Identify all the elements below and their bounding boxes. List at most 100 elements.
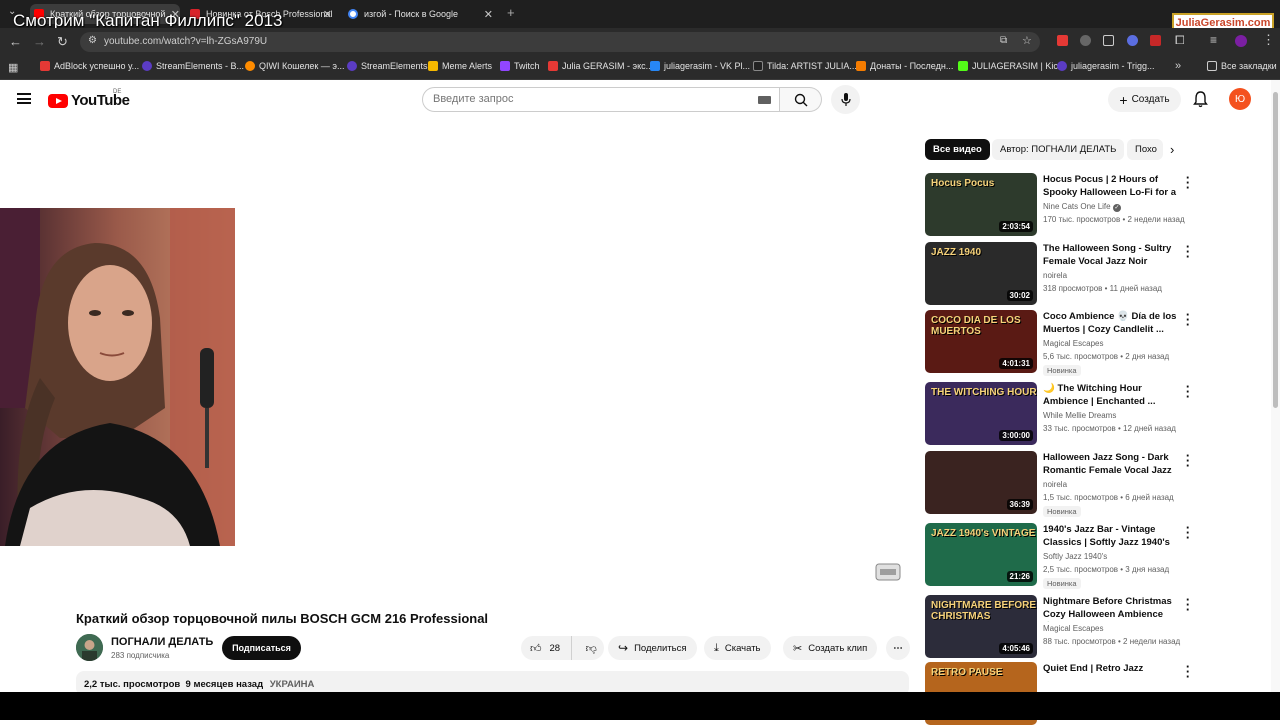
more-vertical-icon[interactable]: · · · (1183, 171, 1193, 194)
recommendation-meta: 170 тыс. просмотров • 2 недели назад (1043, 215, 1185, 224)
recommendation-title[interactable]: 1940's Jazz Bar - Vintage Classics | Sof… (1043, 523, 1179, 549)
bookmark-item[interactable]: juliagerasim - Trigg... (1057, 61, 1155, 71)
bookmark-icon (428, 61, 438, 71)
scrollbar-thumb[interactable] (1273, 92, 1278, 408)
recommendation-channel[interactable]: Nine Cats One Life ✓ (1043, 202, 1121, 212)
recommendation-item[interactable]: 36:39 Halloween Jazz Song - Dark Romantic… (925, 449, 1270, 517)
more-actions-button[interactable]: ⋯ (886, 636, 910, 660)
more-vertical-icon[interactable]: · · · (1183, 240, 1193, 263)
video-thumbnail[interactable]: JAZZ 1940 30:02 (925, 242, 1037, 305)
more-vertical-icon[interactable]: · · · (1183, 308, 1193, 331)
extension-icon[interactable] (1057, 35, 1068, 46)
clip-button[interactable]: ✂ Создать клип (783, 636, 878, 660)
recommendation-item[interactable]: JAZZ 1940 30:02 The Halloween Song - Sultr… (925, 240, 1270, 306)
video-thumbnail[interactable]: THE WITCHING HOUR 3:00:00 (925, 382, 1037, 445)
recommendation-channel[interactable]: noirela (1043, 271, 1067, 280)
bookmark-star-icon[interactable]: ☆ (1022, 34, 1032, 47)
video-thumbnail[interactable]: Hocus Pocus 2:03:54 (925, 173, 1037, 236)
create-button[interactable]: + Создать (1108, 87, 1181, 112)
puzzle-icon[interactable]: ⧠ (1175, 33, 1185, 48)
new-badge: Новинка (1043, 578, 1081, 589)
profile-icon[interactable] (1235, 35, 1247, 47)
kebab-menu-icon[interactable]: ⋮ (1262, 32, 1275, 48)
video-thumbnail[interactable]: 36:39 (925, 451, 1037, 514)
more-vertical-icon[interactable]: · · · (1183, 660, 1193, 683)
subscribe-button[interactable]: Подписаться (222, 636, 301, 660)
browser-tab-3[interactable]: изгой - Поиск в Google ✕ (348, 4, 493, 24)
back-icon[interactable]: ← (9, 34, 22, 49)
notifications-bell-icon[interactable] (1193, 91, 1208, 108)
extension-icon[interactable] (1150, 35, 1161, 46)
hamburger-menu-icon[interactable] (17, 93, 31, 104)
search-input[interactable] (433, 93, 733, 105)
share-button[interactable]: ↪ Поделиться (608, 636, 697, 660)
chip-all-videos[interactable]: Все видео (925, 139, 990, 160)
new-tab-icon[interactable]: + (507, 5, 515, 20)
more-vertical-icon[interactable]: · · · (1183, 521, 1193, 544)
recommendation-channel[interactable]: Magical Escapes (1043, 339, 1103, 348)
recommendation-item[interactable]: COCO DIA DE LOS MUERTOS 4:01:31 Coco Ambie… (925, 308, 1270, 376)
channel-avatar[interactable] (76, 634, 103, 661)
extension-icon[interactable] (1127, 35, 1138, 46)
user-avatar[interactable]: Ю (1229, 88, 1251, 110)
keyboard-icon[interactable] (758, 96, 771, 104)
channel-name[interactable]: ПОГНАЛИ ДЕЛАТЬ (111, 636, 213, 648)
extension-icon[interactable] (1080, 35, 1091, 46)
recommendation-title[interactable]: Halloween Jazz Song - Dark Romantic Fema… (1043, 451, 1179, 478)
recommendation-channel[interactable]: While Mellie Dreams (1043, 411, 1116, 420)
recommendation-title[interactable]: The Halloween Song - Sultry Female Vocal… (1043, 242, 1179, 269)
forward-icon[interactable]: → (33, 34, 46, 49)
bookmark-item[interactable]: Tilda: ARTIST JULIA... (753, 61, 857, 71)
bookmark-item[interactable]: Meme Alerts (428, 61, 492, 71)
video-thumbnail[interactable]: COCO DIA DE LOS MUERTOS 4:01:31 (925, 310, 1037, 373)
download-button[interactable]: ⤓ Скачать (704, 636, 771, 660)
video-thumbnail[interactable]: JAZZ 1940's VINTAGE 21:26 (925, 523, 1037, 586)
chevron-right-icon[interactable]: › (1170, 142, 1174, 157)
more-vertical-icon[interactable]: · · · (1183, 449, 1193, 472)
extension-icon[interactable] (1103, 35, 1114, 46)
video-thumbnail[interactable]: NIGHTMARE BEFORE CHRISTMAS 4:05:46 (925, 595, 1037, 658)
channel-watermark-icon[interactable] (875, 562, 901, 582)
dislike-button[interactable]: 👎︎ (578, 636, 604, 660)
close-icon[interactable]: ✕ (484, 8, 493, 21)
chip-similar[interactable]: Похо (1127, 139, 1163, 160)
bookmark-item[interactable]: Донаты - Последн... (856, 61, 953, 71)
recommendation-item[interactable]: THE WITCHING HOUR 3:00:00 🌙 The Witching H… (925, 380, 1270, 446)
recommendation-channel[interactable]: noirela (1043, 480, 1067, 489)
recommendation-title[interactable]: Coco Ambience 💀 Día de los Muertos | Coz… (1043, 310, 1179, 336)
chip-by-author[interactable]: Автор: ПОГНАЛИ ДЕЛАТЬ (992, 139, 1125, 160)
like-button[interactable]: 👍︎ 28 (521, 636, 573, 660)
scrollbar[interactable] (1271, 80, 1280, 692)
site-info-icon[interactable]: ⚙ (88, 35, 97, 46)
omnibox[interactable]: ⚙ youtube.com/watch?v=lh-ZGsA979U ⧉ ☆ (80, 32, 1040, 52)
apps-grid-icon[interactable]: ▦ (8, 61, 18, 74)
bookmark-item[interactable]: StreamElements (347, 61, 428, 71)
recommendation-channel[interactable]: Magical Escapes (1043, 624, 1103, 633)
install-icon[interactable]: ⧉ (1000, 35, 1007, 46)
recommendation-channel[interactable]: Softly Jazz 1940's (1043, 552, 1107, 561)
recommendation-title[interactable]: 🌙 The Witching Hour Ambience | Enchanted… (1043, 382, 1179, 408)
bookmark-item[interactable]: JULIAGERASIM | Kick (958, 61, 1062, 71)
search-button[interactable] (780, 87, 822, 112)
recommendation-title[interactable]: Quiet End | Retro Jazz (1043, 662, 1179, 675)
more-vertical-icon[interactable]: · · · (1183, 380, 1193, 403)
more-vertical-icon[interactable]: · · · (1183, 593, 1193, 616)
recommendation-title[interactable]: Nightmare Before Christmas Cozy Hallowee… (1043, 595, 1179, 622)
bookmark-item[interactable]: QIWI Кошелек — э... (245, 61, 344, 71)
voice-search-button[interactable] (831, 85, 860, 114)
recommendation-item[interactable]: NIGHTMARE BEFORE CHRISTMAS 4:05:46 Nightma… (925, 593, 1270, 659)
bookmark-item[interactable]: StreamElements - B... (142, 61, 244, 71)
media-icon[interactable]: ≡ (1210, 33, 1217, 47)
close-icon[interactable]: ✕ (323, 8, 332, 21)
reload-icon[interactable]: ↻ (57, 34, 68, 50)
more-bookmarks-icon[interactable]: » (1175, 60, 1181, 72)
bookmark-item[interactable]: Julia GERASIM - экс... (548, 61, 653, 71)
bookmark-item[interactable]: AdBlock успешно у... (40, 61, 139, 71)
recommendation-item[interactable]: Hocus Pocus 2:03:54 Hocus Pocus | 2 Hours … (925, 171, 1270, 237)
bookmark-item[interactable]: Twitch (500, 61, 540, 71)
recommendation-title[interactable]: Hocus Pocus | 2 Hours of Spooky Hallowee… (1043, 173, 1179, 200)
recommendation-item[interactable]: JAZZ 1940's VINTAGE 21:26 1940's Jazz Bar … (925, 521, 1270, 589)
bookmark-item[interactable]: juliagerasim - VK Pl... (650, 61, 750, 71)
hashtag[interactable]: УКРАИНА (270, 679, 315, 690)
all-bookmarks[interactable]: Все закладки (1207, 61, 1277, 71)
